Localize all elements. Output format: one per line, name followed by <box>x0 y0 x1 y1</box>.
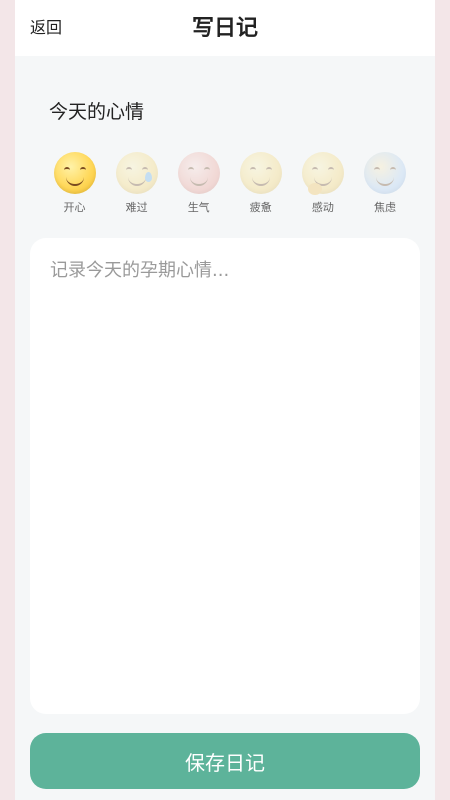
mood-label-happy: 开心 <box>63 201 86 214</box>
mood-section-title: 今天的心情 <box>49 101 145 123</box>
mood-label-angry: 生气 <box>187 201 210 214</box>
sleepy-face-icon: z <box>239 152 285 194</box>
mood-option-happy[interactable]: 开心 <box>46 152 103 215</box>
diary-textarea[interactable] <box>48 255 402 689</box>
mood-option-angry[interactable]: 生气 <box>170 152 227 215</box>
hugging-face-icon <box>301 152 344 195</box>
phone-screen: 返回 写日记 今天的心情 开心 难过 生气 z 疲惫 <box>15 0 435 800</box>
mood-option-tired[interactable]: z 疲惫 <box>232 152 289 215</box>
mood-label-anxious: 焦虑 <box>373 201 396 214</box>
crying-face-icon <box>115 152 158 194</box>
mood-label-tired: 疲惫 <box>249 201 272 214</box>
save-diary-button[interactable]: 保存日记 <box>30 733 420 789</box>
mood-label-sad: 难过 <box>125 201 148 214</box>
anxious-face-icon <box>363 152 406 194</box>
mood-option-sad[interactable]: 难过 <box>108 152 165 215</box>
smiling-face-icon <box>53 152 96 194</box>
mood-label-touched: 感动 <box>311 201 334 214</box>
mood-option-blissful[interactable]: 幸福 <box>419 152 421 215</box>
mood-label-blissful: 幸福 <box>419 199 421 215</box>
page-title: 写日记 <box>191 16 258 41</box>
mood-selector[interactable]: 开心 难过 生气 z 疲惫 感动 <box>46 152 421 216</box>
mood-option-touched[interactable]: 感动 <box>294 152 351 215</box>
top-bar: 返回 写日记 <box>15 0 435 56</box>
angry-face-icon <box>177 152 220 194</box>
mood-option-anxious[interactable]: 焦虑 <box>356 152 413 215</box>
diary-card <box>30 238 420 714</box>
